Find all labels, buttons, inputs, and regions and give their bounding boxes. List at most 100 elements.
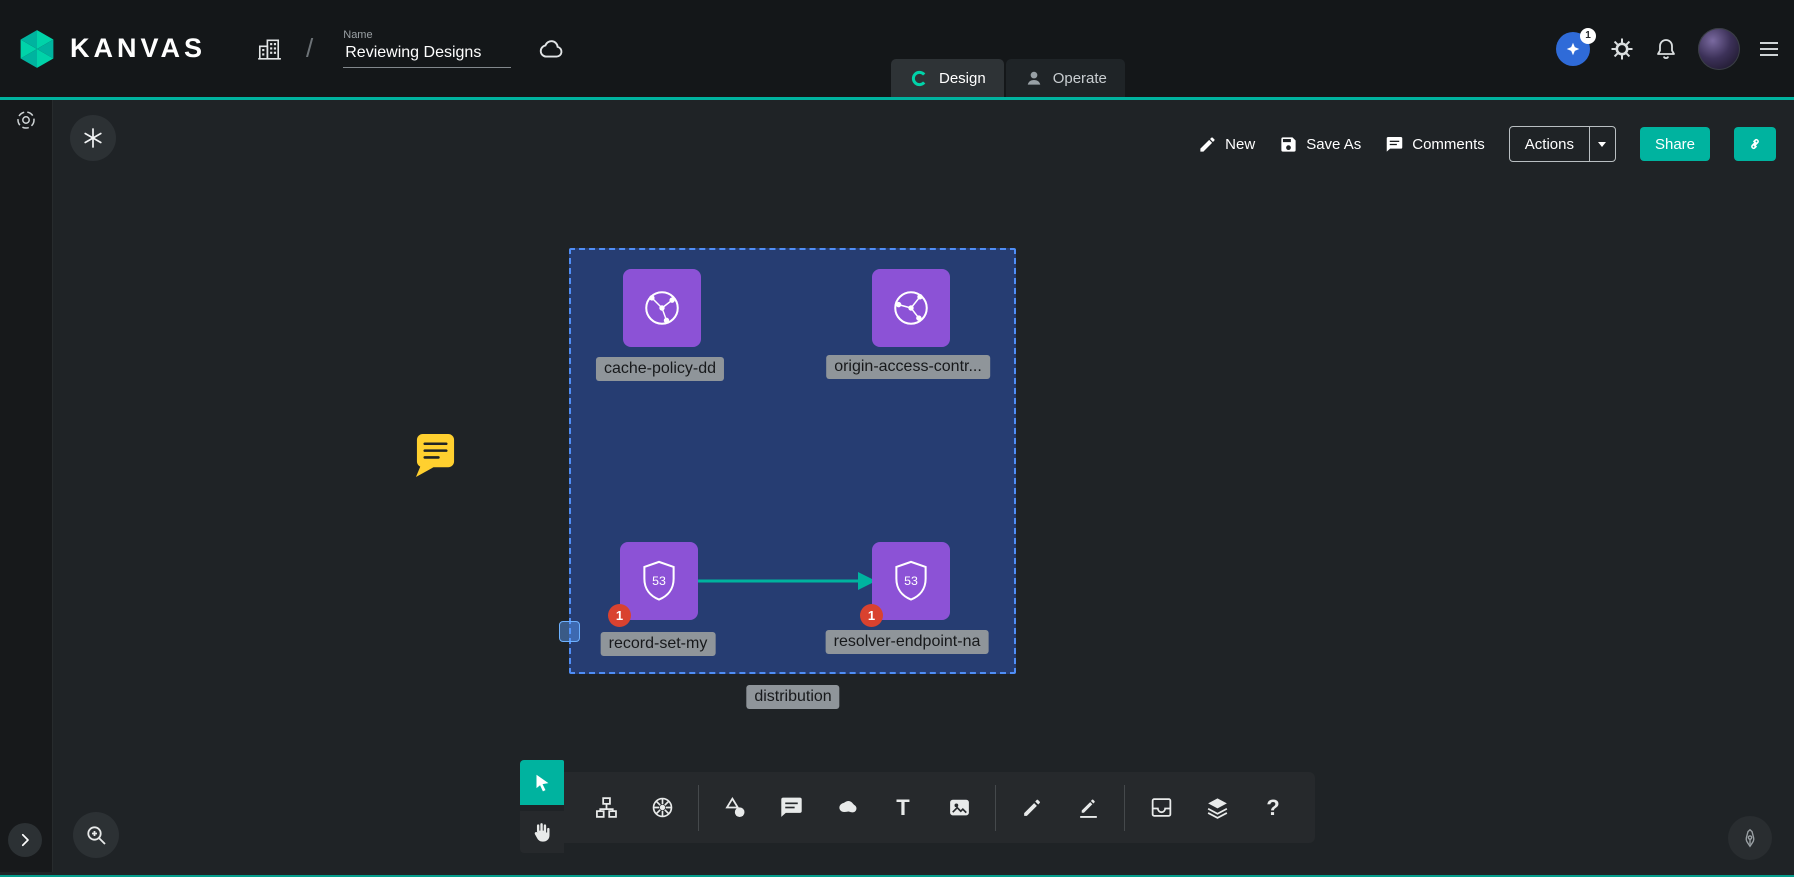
design-name-group: Name: [343, 29, 511, 68]
pan-tool-button[interactable]: [520, 811, 564, 853]
tab-design[interactable]: Design: [891, 59, 1004, 97]
share-button[interactable]: Share: [1640, 127, 1710, 161]
save-as-button[interactable]: Save As: [1279, 135, 1361, 154]
snowflake-icon: [81, 126, 105, 150]
comment-marker[interactable]: [414, 431, 457, 481]
kanvas-logo[interactable]: KANVAS: [16, 28, 206, 70]
sketch-tool-button[interactable]: [1060, 772, 1116, 843]
notification-count-badge: 1: [1580, 28, 1596, 44]
user-avatar[interactable]: [1698, 28, 1740, 70]
node-resolver-endpoint[interactable]: 53 1: [872, 542, 950, 620]
group-label: distribution: [746, 685, 839, 709]
svg-text:53: 53: [904, 574, 918, 588]
sitemap-icon: [594, 795, 619, 820]
save-as-label: Save As: [1306, 136, 1361, 153]
route53-shield-icon: 53: [632, 554, 686, 608]
new-button[interactable]: New: [1198, 135, 1255, 154]
edge-arrow[interactable]: [698, 567, 876, 595]
pen-underline-icon: [1076, 795, 1101, 820]
comment-tool-button[interactable]: [763, 772, 819, 843]
tab-operate-label: Operate: [1053, 70, 1107, 87]
comment-bubble-icon: [779, 795, 804, 820]
help-tool-button[interactable]: ?: [1245, 772, 1301, 843]
toolbar-divider: [698, 785, 699, 831]
pointer-tools: [520, 760, 564, 853]
svg-text:53: 53: [652, 574, 666, 588]
settings-button[interactable]: [1610, 37, 1634, 61]
app-root: KANVAS / Name: [0, 0, 1794, 877]
comment-pin-icon: [414, 431, 457, 478]
header-right-group: 1: [1556, 28, 1784, 70]
toolbar-divider: [995, 785, 996, 831]
node-issue-badge[interactable]: 1: [608, 604, 631, 627]
node-label: record-set-my: [601, 632, 716, 656]
node-issue-badge[interactable]: 1: [860, 604, 883, 627]
design-name-label: Name: [343, 29, 511, 41]
breadcrumb-separator: /: [306, 33, 313, 64]
freeform-tool-button[interactable]: [819, 772, 875, 843]
gear-icon: [1610, 37, 1634, 61]
blob-icon: [835, 795, 860, 820]
select-tool-button[interactable]: [520, 760, 564, 805]
designs-drawer-button[interactable]: [1133, 772, 1189, 843]
bell-icon: [1654, 37, 1678, 61]
caret-down-icon: [1596, 138, 1608, 150]
components-tool-button[interactable]: [578, 772, 634, 843]
text-tool-button[interactable]: T: [875, 772, 931, 843]
edge-handle[interactable]: [559, 621, 580, 642]
media-tool-button[interactable]: [931, 772, 987, 843]
operate-icon: [1024, 68, 1044, 88]
provider-badge-button[interactable]: 1: [1556, 32, 1590, 66]
kubernetes-tool-button[interactable]: [634, 772, 690, 843]
menu-button[interactable]: [1760, 42, 1778, 56]
tab-operate[interactable]: Operate: [1006, 59, 1125, 97]
tab-design-label: Design: [939, 70, 986, 87]
link-icon: [1745, 134, 1765, 154]
tools-toolbar: T: [520, 760, 1315, 853]
node-record-set[interactable]: 53 1: [620, 542, 698, 620]
copy-link-button[interactable]: [1734, 127, 1776, 161]
design-canvas[interactable]: New Save As Comments Actions: [53, 100, 1794, 872]
actions-button[interactable]: Actions: [1510, 127, 1589, 161]
layers-icon: [1205, 795, 1230, 820]
comment-icon: [1385, 135, 1404, 154]
save-icon: [1279, 135, 1298, 154]
canvas-action-bar: New Save As Comments Actions: [1198, 126, 1776, 162]
sidebar-expand-button[interactable]: [8, 823, 42, 857]
main-area: New Save As Comments Actions: [0, 100, 1794, 872]
design-icon: [909, 68, 930, 89]
session-icon[interactable]: [14, 108, 38, 135]
drawer-icon: [1149, 795, 1174, 820]
node-label: origin-access-contr...: [826, 355, 990, 379]
shapes-tool-button[interactable]: [707, 772, 763, 843]
draw-tool-button[interactable]: [1004, 772, 1060, 843]
canvas-options-button[interactable]: [70, 115, 116, 161]
design-name-input[interactable]: [343, 44, 511, 68]
image-icon: [947, 795, 972, 820]
organization-icon[interactable]: [256, 36, 282, 62]
layers-tool-button[interactable]: [1189, 772, 1245, 843]
text-tool-glyph: T: [896, 795, 909, 821]
chevron-right-icon: [16, 831, 34, 849]
actions-dropdown: Actions: [1509, 126, 1616, 162]
node-cache-policy[interactable]: [623, 269, 701, 347]
network-globe-icon: [635, 281, 689, 335]
hand-icon: [531, 821, 553, 843]
cursor-arrow-icon: [531, 772, 553, 794]
notifications-button[interactable]: [1654, 37, 1678, 61]
selection-group[interactable]: 53 1 53 1: [569, 248, 1016, 674]
cloud-sync-icon[interactable]: [537, 35, 565, 63]
annotation-pen-button[interactable]: [1728, 816, 1772, 860]
zoom-in-icon: [84, 823, 108, 847]
shapes-icon: [723, 795, 748, 820]
toolbar-divider: [1124, 785, 1125, 831]
node-origin-access-control[interactable]: [872, 269, 950, 347]
comments-button[interactable]: Comments: [1385, 135, 1485, 154]
pencil-draw-icon: [1020, 795, 1045, 820]
helm-wheel-icon: [650, 795, 675, 820]
comments-label: Comments: [1412, 136, 1485, 153]
pencil-icon: [1198, 135, 1217, 154]
zoom-in-button[interactable]: [73, 812, 119, 858]
actions-caret-button[interactable]: [1589, 127, 1615, 161]
kanvas-logo-icon: [16, 28, 58, 70]
